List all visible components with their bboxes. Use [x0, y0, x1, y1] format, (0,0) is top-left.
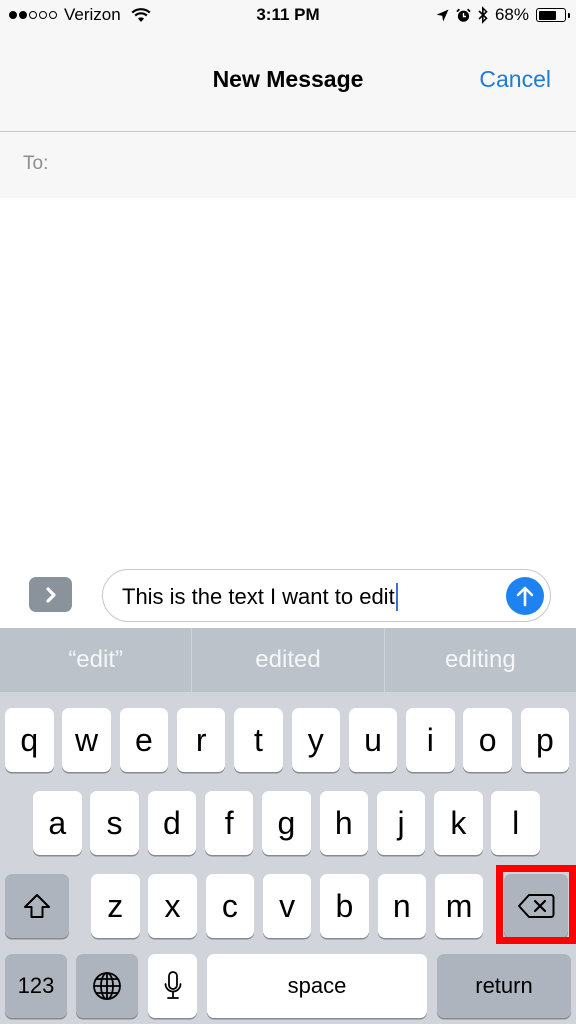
key-s[interactable]: s: [90, 791, 139, 855]
key-q[interactable]: q: [5, 708, 54, 772]
shift-icon: [22, 892, 52, 920]
suggestion-item[interactable]: editing: [385, 628, 576, 692]
key-x[interactable]: x: [148, 874, 197, 938]
key-y[interactable]: y: [291, 708, 340, 772]
suggestion-item[interactable]: “edit”: [0, 628, 193, 692]
battery-icon: [536, 8, 570, 22]
arrow-up-icon: [515, 585, 535, 607]
shift-key[interactable]: [5, 874, 69, 938]
battery-tip: [567, 12, 570, 18]
to-label: To:: [23, 153, 49, 174]
send-button[interactable]: [506, 577, 544, 615]
compose-bar: This is the text I want to edit: [0, 560, 576, 628]
key-a[interactable]: a: [33, 791, 82, 855]
globe-key[interactable]: [76, 954, 138, 1018]
expand-apps-button[interactable]: [29, 577, 72, 612]
alarm-icon: [456, 8, 471, 23]
key-m[interactable]: m: [434, 874, 484, 938]
recipient-input[interactable]: [62, 146, 566, 184]
key-v[interactable]: v: [262, 874, 312, 938]
delete-key[interactable]: [504, 874, 568, 938]
recipient-row: To:: [0, 132, 576, 198]
battery-level: [538, 10, 556, 20]
key-u[interactable]: u: [348, 708, 398, 772]
key-n[interactable]: n: [377, 874, 426, 938]
predictive-text-bar: “edit” edited editing: [0, 628, 576, 692]
suggestion-item[interactable]: edited: [192, 628, 385, 692]
key-p[interactable]: p: [520, 708, 570, 772]
key-w[interactable]: w: [62, 708, 111, 772]
message-text: This is the text I want to edit: [122, 584, 395, 609]
status-bar: Verizon 3:11 PM 68%: [0, 0, 576, 34]
globe-icon: [91, 970, 123, 1002]
dictation-key[interactable]: [148, 954, 197, 1018]
key-t[interactable]: t: [234, 708, 283, 772]
space-key[interactable]: space: [207, 954, 427, 1018]
status-right: 68%: [436, 5, 570, 25]
microphone-icon: [163, 970, 183, 1002]
key-r[interactable]: r: [176, 708, 226, 772]
keyboard: “edit” edited editing qwertyuiop asdfghj…: [0, 628, 576, 1024]
key-l[interactable]: l: [491, 791, 540, 855]
cancel-button[interactable]: Cancel: [479, 66, 551, 93]
key-i[interactable]: i: [406, 708, 455, 772]
message-input[interactable]: This is the text I want to edit: [102, 569, 551, 622]
key-b[interactable]: b: [320, 874, 369, 938]
key-z[interactable]: z: [91, 874, 140, 938]
key-k[interactable]: k: [434, 791, 483, 855]
navigation-bar: New Message Cancel: [0, 34, 576, 132]
message-thread-area: [0, 198, 576, 560]
bluetooth-icon: [478, 6, 488, 24]
battery-percent: 68%: [494, 5, 529, 24]
chevron-right-icon: [44, 586, 58, 604]
key-c[interactable]: c: [205, 874, 255, 938]
numbers-key[interactable]: 123: [5, 954, 67, 1018]
return-key[interactable]: return: [437, 954, 571, 1018]
key-j[interactable]: j: [376, 791, 426, 855]
message-input-value[interactable]: This is the text I want to edit: [122, 583, 399, 611]
key-o[interactable]: o: [463, 708, 512, 772]
text-cursor: [395, 583, 399, 611]
key-f[interactable]: f: [204, 791, 254, 855]
key-h[interactable]: h: [319, 791, 368, 855]
key-g[interactable]: g: [262, 791, 311, 855]
key-d[interactable]: d: [147, 791, 197, 855]
backspace-icon: [517, 893, 555, 919]
location-arrow-icon: [436, 9, 449, 22]
key-e[interactable]: e: [119, 708, 169, 772]
